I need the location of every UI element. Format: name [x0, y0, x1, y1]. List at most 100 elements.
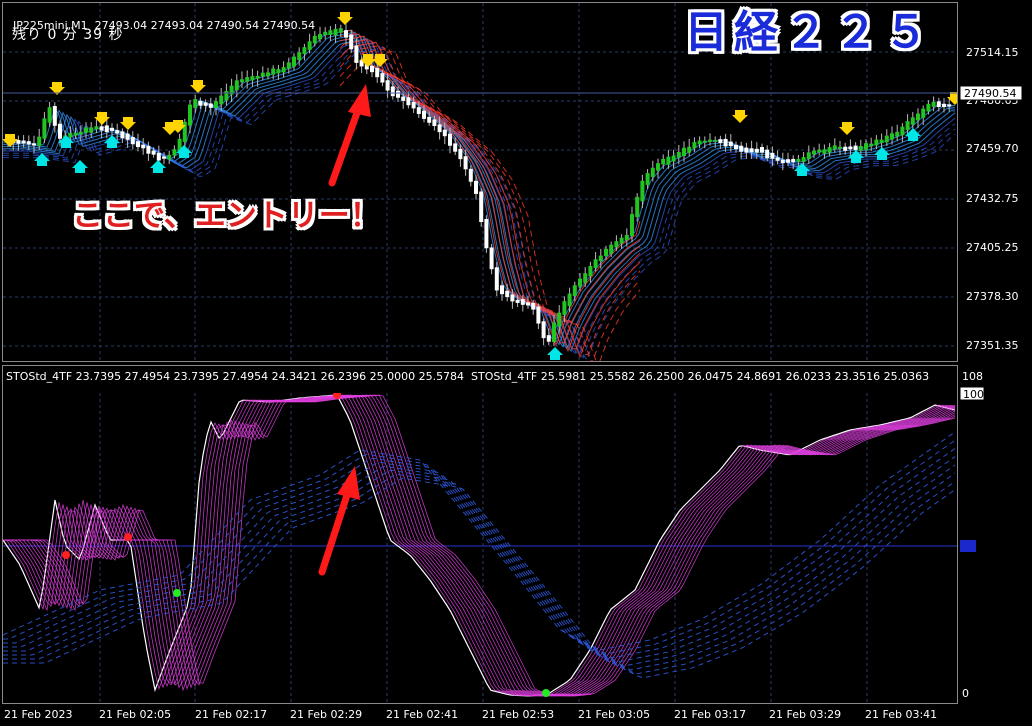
candle-body	[489, 247, 494, 270]
candle-body	[172, 149, 177, 156]
candle-body	[354, 45, 359, 63]
time-tick: 21 Feb 03:29	[769, 708, 841, 721]
entry-arrow-price	[328, 84, 371, 187]
signal-dot	[542, 689, 550, 697]
signal-dot	[333, 393, 341, 399]
candle-body	[203, 102, 208, 106]
candle-body	[583, 273, 588, 283]
candle-body	[416, 107, 421, 114]
candle-body	[526, 302, 530, 306]
candle-body	[16, 140, 21, 144]
ribbon-line	[339, 51, 641, 361]
candle-body	[510, 294, 515, 302]
candle-body	[916, 113, 920, 121]
candle-body	[89, 127, 94, 133]
sell-arrow	[3, 134, 18, 147]
candle-body	[84, 127, 88, 133]
candle-body	[281, 67, 286, 73]
candle-body	[484, 218, 489, 249]
candle-body	[562, 301, 567, 315]
candle-body	[286, 62, 291, 69]
candle-body	[624, 234, 629, 241]
indicator-tick: 108	[962, 370, 983, 383]
candle-body	[656, 163, 660, 171]
candle-body	[645, 173, 650, 185]
candle-body	[671, 155, 676, 162]
candle-body	[827, 147, 832, 153]
ribbon-line	[3, 29, 956, 344]
candle-body	[494, 267, 499, 291]
time-tick: 21 Feb 02:17	[195, 708, 267, 721]
candle-body	[635, 196, 640, 218]
candle-body	[874, 139, 879, 146]
candle-body	[640, 180, 645, 202]
candle-body	[505, 290, 510, 298]
candle-body	[344, 30, 348, 38]
candle-body	[744, 147, 749, 153]
candle-body	[312, 35, 317, 44]
indicator-label: STOStd_4TF 23.7395 27.4954 23.7395 27.49…	[6, 370, 930, 383]
candle-body	[198, 100, 203, 106]
candle-body	[572, 285, 577, 296]
price-tick: 27378.30	[966, 290, 1019, 303]
candle-body	[21, 140, 26, 144]
candle-body	[780, 159, 785, 164]
sell-arrow	[190, 80, 206, 93]
ribbon-line	[3, 38, 956, 353]
candle-body	[500, 285, 504, 295]
candle-body	[151, 150, 156, 155]
candle-body	[120, 131, 125, 139]
candle-body	[702, 140, 707, 143]
time-tick: 21 Feb 02:53	[482, 708, 554, 721]
candle-body	[806, 152, 811, 160]
candle-body	[739, 145, 744, 152]
candle-body	[208, 103, 213, 108]
candle-body	[380, 73, 385, 83]
candle-body	[765, 149, 770, 159]
candle-body	[926, 103, 931, 112]
time-tick: 21 Feb 02:29	[290, 708, 362, 721]
buy-arrow	[547, 347, 563, 360]
candle-body	[266, 72, 270, 77]
time-tick: 21 Feb 03:17	[674, 708, 746, 721]
candle-body	[817, 149, 822, 153]
ribbon-line	[339, 47, 641, 361]
candle-body	[422, 110, 426, 119]
candle-body	[796, 158, 801, 162]
candle-body	[890, 133, 894, 140]
candle-body	[468, 168, 473, 182]
candle-body	[838, 146, 842, 149]
candle-body	[442, 129, 447, 137]
candle-body	[531, 302, 536, 310]
candle-body	[676, 152, 681, 158]
candle-body	[104, 125, 109, 133]
candle-body	[375, 67, 380, 78]
candle-body	[219, 95, 224, 105]
candle-body	[801, 157, 806, 162]
price-tick: 27405.25	[966, 241, 1019, 254]
candle-body	[47, 107, 52, 123]
candle-body	[723, 138, 728, 147]
chart-canvas[interactable]: 27514.15 27486.65 27459.70 27432.75 2740…	[0, 0, 1032, 726]
candle-body	[546, 335, 551, 342]
candle-body	[843, 146, 848, 151]
signal-dot	[124, 533, 132, 541]
candle-body	[474, 180, 478, 194]
candle-body	[401, 96, 406, 101]
time-axis: 21 Feb 2023 21 Feb 02:05 21 Feb 02:17 21…	[4, 708, 937, 721]
candle-body	[884, 135, 889, 143]
candle-body	[338, 28, 343, 33]
candle-body	[141, 144, 146, 149]
time-tick: 21 Feb 03:05	[578, 708, 650, 721]
candle-body	[390, 86, 395, 97]
candle-body	[370, 65, 374, 73]
stochastic-line	[3, 394, 956, 697]
candle-body	[432, 119, 437, 127]
ribbon-line	[339, 41, 641, 359]
current-price-label: 27490.54	[959, 85, 1023, 101]
candle-body	[52, 105, 57, 126]
candle-body	[188, 104, 192, 126]
price-tick: 27459.70	[966, 142, 1019, 155]
candle-body	[692, 142, 697, 149]
candle-body	[713, 139, 718, 142]
